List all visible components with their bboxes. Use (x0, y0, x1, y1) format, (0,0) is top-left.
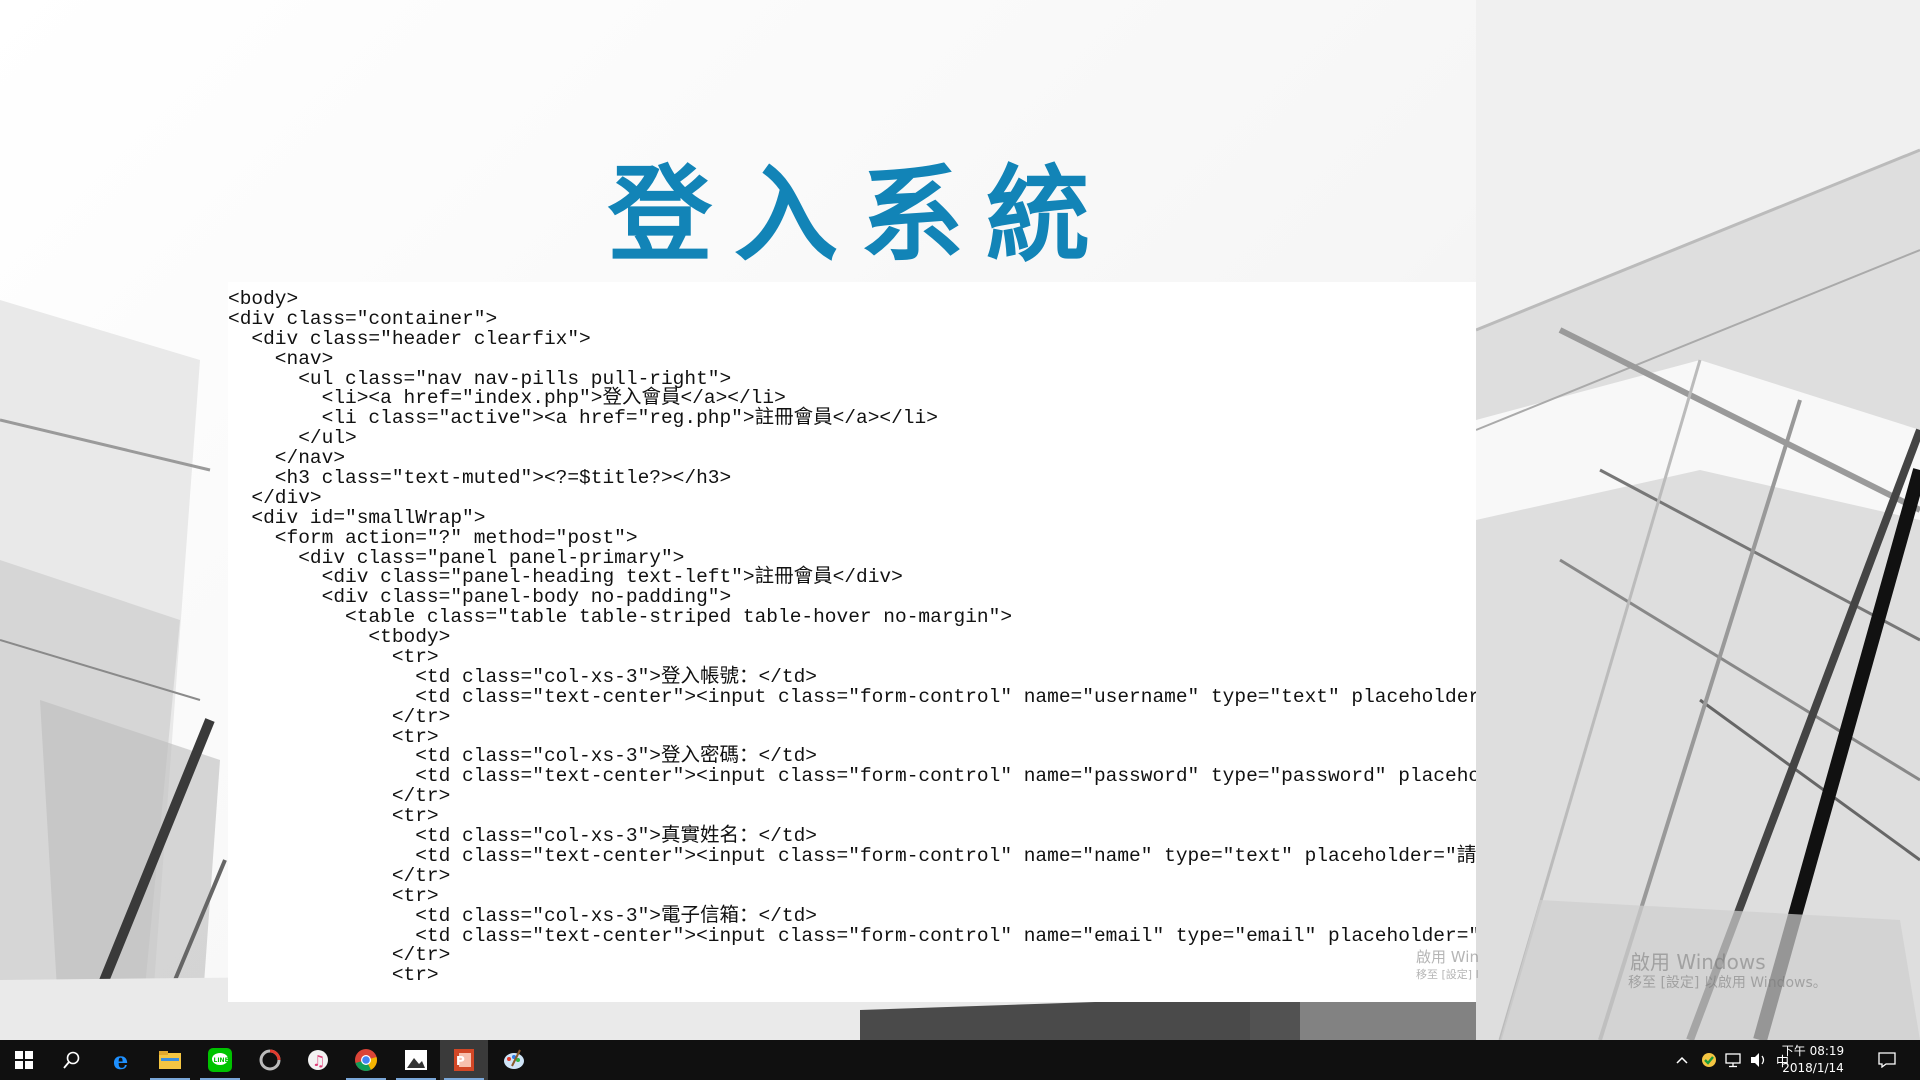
code-line: </ul> (228, 427, 357, 450)
app-icon (259, 1049, 281, 1071)
taskbar: e LINE ♫ P 中 下午 08:19 2018/1/14 (0, 1040, 1920, 1080)
line-icon: LINE (208, 1048, 232, 1072)
clock[interactable]: 下午 08:19 2018/1/14 (1778, 1043, 1848, 1077)
search-icon (63, 1051, 80, 1069)
code-line: <td class="text-center"><input class="fo… (415, 685, 1476, 708)
presentation-slide: 登入系統 <body> <div class="container"> <div … (0, 0, 1920, 1040)
code-line: <td class="col-xs-3">真實姓名：</td> (228, 825, 817, 848)
code-line: <tr> (228, 964, 439, 987)
edge-button[interactable]: e (98, 1040, 146, 1080)
code-line: <form action="?" method="post"> (228, 526, 638, 549)
code-line: <h3 class="text-muted"><?=$title?></h3> (228, 467, 732, 490)
powerpoint-icon: P (454, 1049, 474, 1071)
security-shield-icon (1702, 1053, 1716, 1067)
svg-text:♫: ♫ (312, 1052, 325, 1070)
tray-network[interactable] (1724, 1040, 1742, 1080)
watermark-subtext-partial: 移至 [設定] l (1416, 968, 1479, 981)
code-line: <div class="header clearfix"> (228, 327, 591, 350)
code-line: <tr> (228, 646, 439, 669)
tray-volume[interactable] (1750, 1040, 1768, 1080)
code-line: </tr> (228, 864, 451, 887)
itunes-button[interactable]: ♫ (294, 1040, 342, 1080)
code-line: </div> (228, 486, 322, 509)
svg-text:P: P (456, 1054, 465, 1068)
code-line: <td class="col-xs-3">電子信箱：</td> (228, 904, 817, 927)
chrome-icon (355, 1049, 377, 1071)
chevron-up-icon (1676, 1056, 1688, 1064)
svg-text:LINE: LINE (214, 1057, 229, 1064)
edge-icon: e (113, 1048, 128, 1072)
code-line: <td class="text-center"><input class="fo… (228, 844, 1476, 867)
activate-windows-watermark: 啟用 Windows (1630, 950, 1766, 974)
itunes-icon: ♫ (308, 1050, 328, 1070)
slide-title: 登入系統 (607, 153, 1112, 276)
code-line: <tr> (228, 884, 439, 907)
line-button[interactable]: LINE (196, 1040, 244, 1080)
paint-button[interactable] (490, 1040, 538, 1080)
code-listing: <body> <div class="container"> <div class… (228, 282, 1476, 1002)
code-line: <div class="container"> (228, 307, 498, 330)
code-text: <body> <div class="container"> <div class… (228, 282, 1476, 986)
file-explorer-icon (159, 1051, 181, 1069)
clock-date: 2018/1/14 (1782, 1061, 1844, 1075)
watermark-text-partial: 啟用 Win (1416, 948, 1479, 966)
photos-icon (405, 1050, 427, 1070)
notification-icon (1878, 1052, 1896, 1068)
app-button[interactable] (246, 1040, 294, 1080)
tray-chevron[interactable] (1676, 1040, 1688, 1080)
action-center-button[interactable] (1878, 1040, 1896, 1080)
code-line: <nav> (228, 347, 334, 370)
paint-icon (504, 1049, 524, 1069)
search-button[interactable] (48, 1040, 96, 1080)
file-explorer-button[interactable] (146, 1040, 194, 1080)
volume-icon (1751, 1053, 1765, 1067)
code-line: </tr> (228, 705, 451, 728)
code-line: <div id="smallWrap"> (228, 506, 486, 529)
code-line: <body> (228, 288, 299, 310)
photos-button[interactable] (392, 1040, 440, 1080)
activate-windows-subtext: 移至 [設定] 以啟用 Windows。 (1628, 975, 1827, 991)
start-icon (15, 1051, 33, 1069)
code-line: <li class="active"><a href="reg.php">註冊會… (228, 407, 938, 430)
network-icon (1725, 1053, 1741, 1068)
powerpoint-button[interactable]: P (440, 1040, 488, 1080)
chrome-button[interactable] (342, 1040, 390, 1080)
svg-text:e: e (113, 1048, 128, 1072)
tray-security[interactable] (1700, 1040, 1718, 1080)
clock-time: 下午 08:19 (1781, 1044, 1845, 1058)
start-button[interactable] (0, 1040, 48, 1080)
code-line: <td class="col-xs-3">登入帳號：</td> (228, 665, 817, 688)
